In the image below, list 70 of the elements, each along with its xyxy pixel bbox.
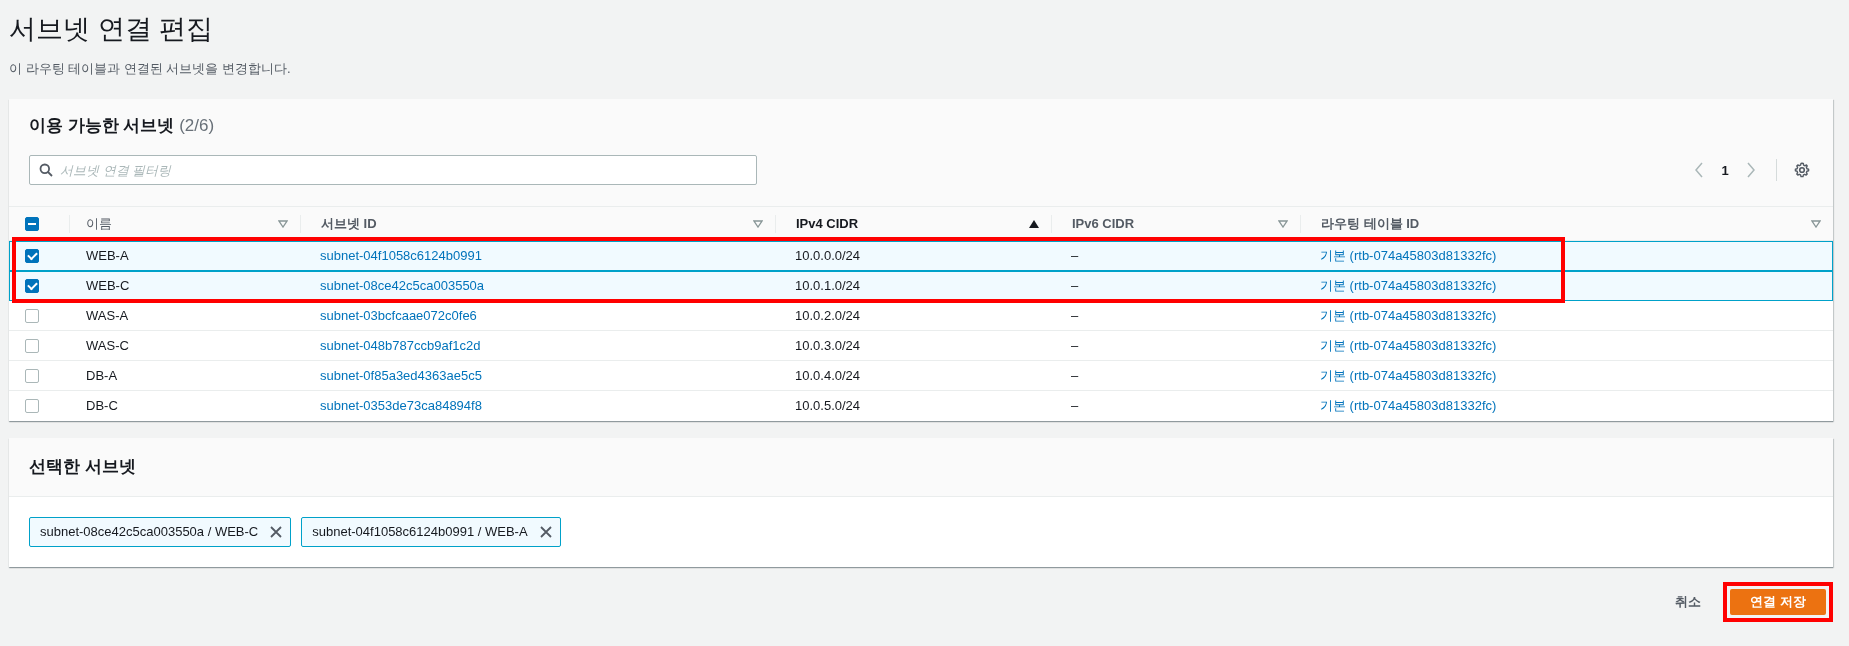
sort-icon[interactable] bbox=[1811, 219, 1821, 228]
settings-icon bbox=[1794, 162, 1810, 178]
table-cell: WAS-A bbox=[86, 308, 129, 323]
table-link[interactable]: subnet-04f1058c6124b0991 bbox=[320, 248, 482, 263]
page-number-button[interactable]: 1 bbox=[1716, 162, 1734, 178]
column-header[interactable]: 서브넷 ID bbox=[321, 214, 377, 233]
column-header[interactable]: IPv4 CIDR bbox=[796, 216, 859, 231]
table-row[interactable]: WAS-A subnet-03bcfcaae072c0fe6 10.0.2.0/24 – 기본 (rtb-074a45803d81332fc) bbox=[9, 300, 1833, 331]
close-icon bbox=[269, 524, 284, 539]
row-checkbox[interactable] bbox=[25, 338, 39, 353]
chevron-right-icon bbox=[1746, 162, 1756, 178]
chevron-left-icon bbox=[1694, 162, 1704, 178]
table-link[interactable]: subnet-048b787ccb9af1c2d bbox=[320, 338, 481, 353]
table-cell: 10.0.0.0/24 bbox=[795, 248, 861, 263]
row-checkbox[interactable] bbox=[25, 368, 39, 383]
sort-icon[interactable] bbox=[278, 219, 288, 228]
table-row[interactable]: DB-C subnet-0353de73ca84894f8 10.0.5.0/24 – 기본 (rtb-074a45803d81332fc) bbox=[9, 390, 1833, 421]
remove-token-button[interactable] bbox=[537, 523, 554, 540]
table-cell: 10.0.3.0/24 bbox=[795, 338, 861, 353]
column-header[interactable]: 이름 bbox=[86, 214, 112, 233]
table-cell: 10.0.2.0/24 bbox=[795, 308, 861, 323]
table-row[interactable]: WAS-C subnet-048b787ccb9af1c2d 10.0.3.0/24 – 기본 (rtb-074a45803d81332fc) bbox=[9, 330, 1833, 361]
table-link[interactable]: 기본 (rtb-074a45803d81332fc) bbox=[1320, 277, 1497, 293]
row-checkbox[interactable] bbox=[25, 398, 39, 413]
table-cell: – bbox=[1071, 368, 1079, 383]
token-label: subnet-04f1058c6124b0991 / WEB-A bbox=[312, 524, 528, 539]
sort-ascending-icon[interactable] bbox=[1029, 219, 1039, 228]
cancel-button[interactable]: 취소 bbox=[1675, 592, 1702, 611]
table-cell: WEB-A bbox=[86, 248, 129, 263]
sort-icon[interactable] bbox=[1278, 219, 1288, 228]
close-icon bbox=[538, 524, 553, 539]
table-cell: – bbox=[1071, 248, 1079, 263]
table-cell: WEB-C bbox=[86, 278, 130, 293]
table-cell: 10.0.1.0/24 bbox=[795, 278, 861, 293]
table-link[interactable]: 기본 (rtb-074a45803d81332fc) bbox=[1320, 307, 1497, 323]
table-link[interactable]: 기본 (rtb-074a45803d81332fc) bbox=[1320, 397, 1497, 413]
table-cell: DB-A bbox=[86, 368, 118, 383]
panel-title: 선택한 서브넷 bbox=[29, 455, 137, 478]
page-description: 이 라우팅 테이블과 연결된 서브넷을 변경합니다. bbox=[9, 60, 292, 78]
table-row[interactable]: WEB-A subnet-04f1058c6124b0991 10.0.0.0/24 – 기본 (rtb-074a45803d81332fc) bbox=[9, 240, 1833, 271]
row-checkbox[interactable] bbox=[25, 278, 39, 293]
search-icon bbox=[39, 163, 53, 177]
row-checkbox[interactable] bbox=[25, 308, 39, 323]
row-checkbox[interactable] bbox=[25, 248, 39, 263]
table-link[interactable]: 기본 (rtb-074a45803d81332fc) bbox=[1320, 367, 1497, 383]
page-title: 서브넷 연결 편집 bbox=[9, 13, 214, 46]
table-cell: 10.0.4.0/24 bbox=[795, 368, 861, 383]
column-header[interactable]: IPv6 CIDR bbox=[1072, 216, 1135, 231]
panel-title: 이용 가능한 서브넷 (2/6) bbox=[29, 115, 216, 137]
table-cell: WAS-C bbox=[86, 338, 129, 353]
table-link[interactable]: 기본 (rtb-074a45803d81332fc) bbox=[1320, 247, 1497, 263]
table-cell: 10.0.5.0/24 bbox=[795, 398, 861, 414]
sort-icon[interactable] bbox=[753, 219, 763, 228]
table-link[interactable]: subnet-08ce42c5ca003550a bbox=[320, 278, 485, 293]
table-cell: – bbox=[1071, 398, 1079, 414]
filter-field[interactable]: 서브넷 연결 필터링 bbox=[29, 155, 757, 185]
token-label: subnet-08ce42c5ca003550a / WEB-C bbox=[40, 524, 259, 539]
table-cell: DB-C bbox=[86, 398, 118, 414]
table-link[interactable]: subnet-0353de73ca84894f8 bbox=[320, 398, 482, 414]
table-row[interactable]: WEB-C subnet-08ce42c5ca003550a 10.0.1.0/24 – 기본 (rtb-074a45803d81332fc) bbox=[9, 270, 1833, 301]
remove-token-button[interactable] bbox=[268, 523, 285, 540]
table-row[interactable]: DB-A subnet-0f85a3ed4363ae5c5 10.0.4.0/24 – 기본 (rtb-074a45803d81332fc) bbox=[9, 360, 1833, 391]
table-link[interactable]: 기본 (rtb-074a45803d81332fc) bbox=[1320, 337, 1497, 353]
select-all-checkbox[interactable] bbox=[25, 216, 39, 231]
table-cell: – bbox=[1071, 338, 1079, 353]
table-cell: – bbox=[1071, 308, 1079, 323]
table-link[interactable]: subnet-0f85a3ed4363ae5c5 bbox=[320, 368, 482, 383]
table-cell: – bbox=[1071, 278, 1079, 293]
table-link[interactable]: subnet-03bcfcaae072c0fe6 bbox=[320, 308, 477, 323]
column-header[interactable]: 라우팅 테이블 ID bbox=[1321, 214, 1420, 233]
